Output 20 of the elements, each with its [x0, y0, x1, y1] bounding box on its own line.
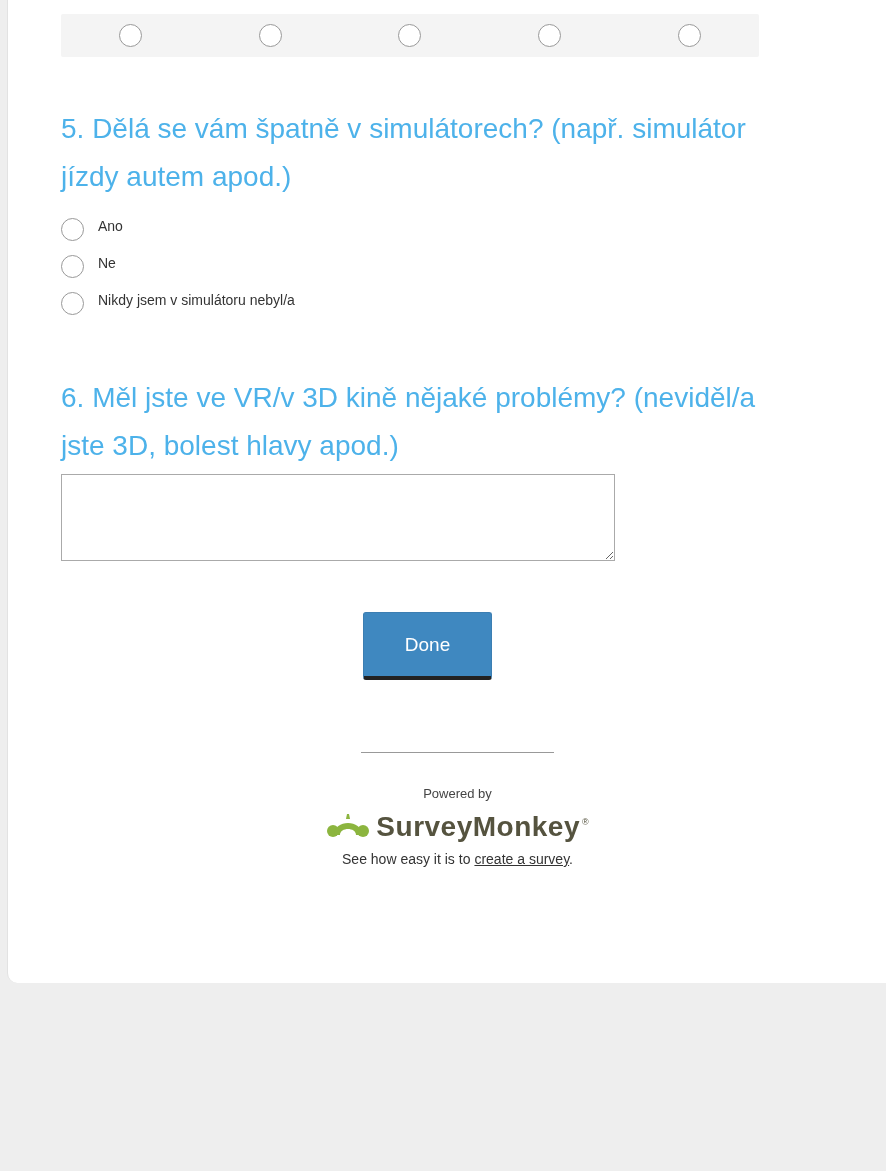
radio-button[interactable]	[61, 255, 84, 278]
radio-button[interactable]	[398, 24, 422, 47]
question-title: 6. Měl jste ve VR/v 3D kině nějaké problémy? (neviděl/a jste 3D, bolest hlavy apod.)	[61, 381, 757, 463]
radio-button[interactable]	[677, 24, 701, 47]
option-label: Nikdy jsem v simulátoru nebyl/a	[98, 291, 295, 308]
answer-box[interactable]	[61, 474, 615, 561]
radio-button[interactable]	[258, 24, 282, 47]
option-label: Ne	[98, 254, 116, 271]
radio-button[interactable]	[61, 218, 84, 241]
logo-wordmark: SurveyMonkey	[376, 811, 580, 843]
radio-button[interactable]	[119, 24, 143, 47]
period-text: .	[569, 851, 573, 867]
footer-text: See how easy it is to	[342, 851, 471, 867]
radio-button[interactable]	[61, 292, 84, 315]
registered-mark: ®	[582, 817, 589, 827]
option-label: Ano	[98, 217, 123, 234]
question-title: 5. Dělá se vám špatně v simulátorech? (např. simulátor jízdy autem apod.)	[61, 112, 747, 194]
radio-button[interactable]	[538, 24, 562, 47]
done-button[interactable]: Done	[363, 612, 492, 680]
powered-by-text: Powered by	[423, 786, 492, 801]
